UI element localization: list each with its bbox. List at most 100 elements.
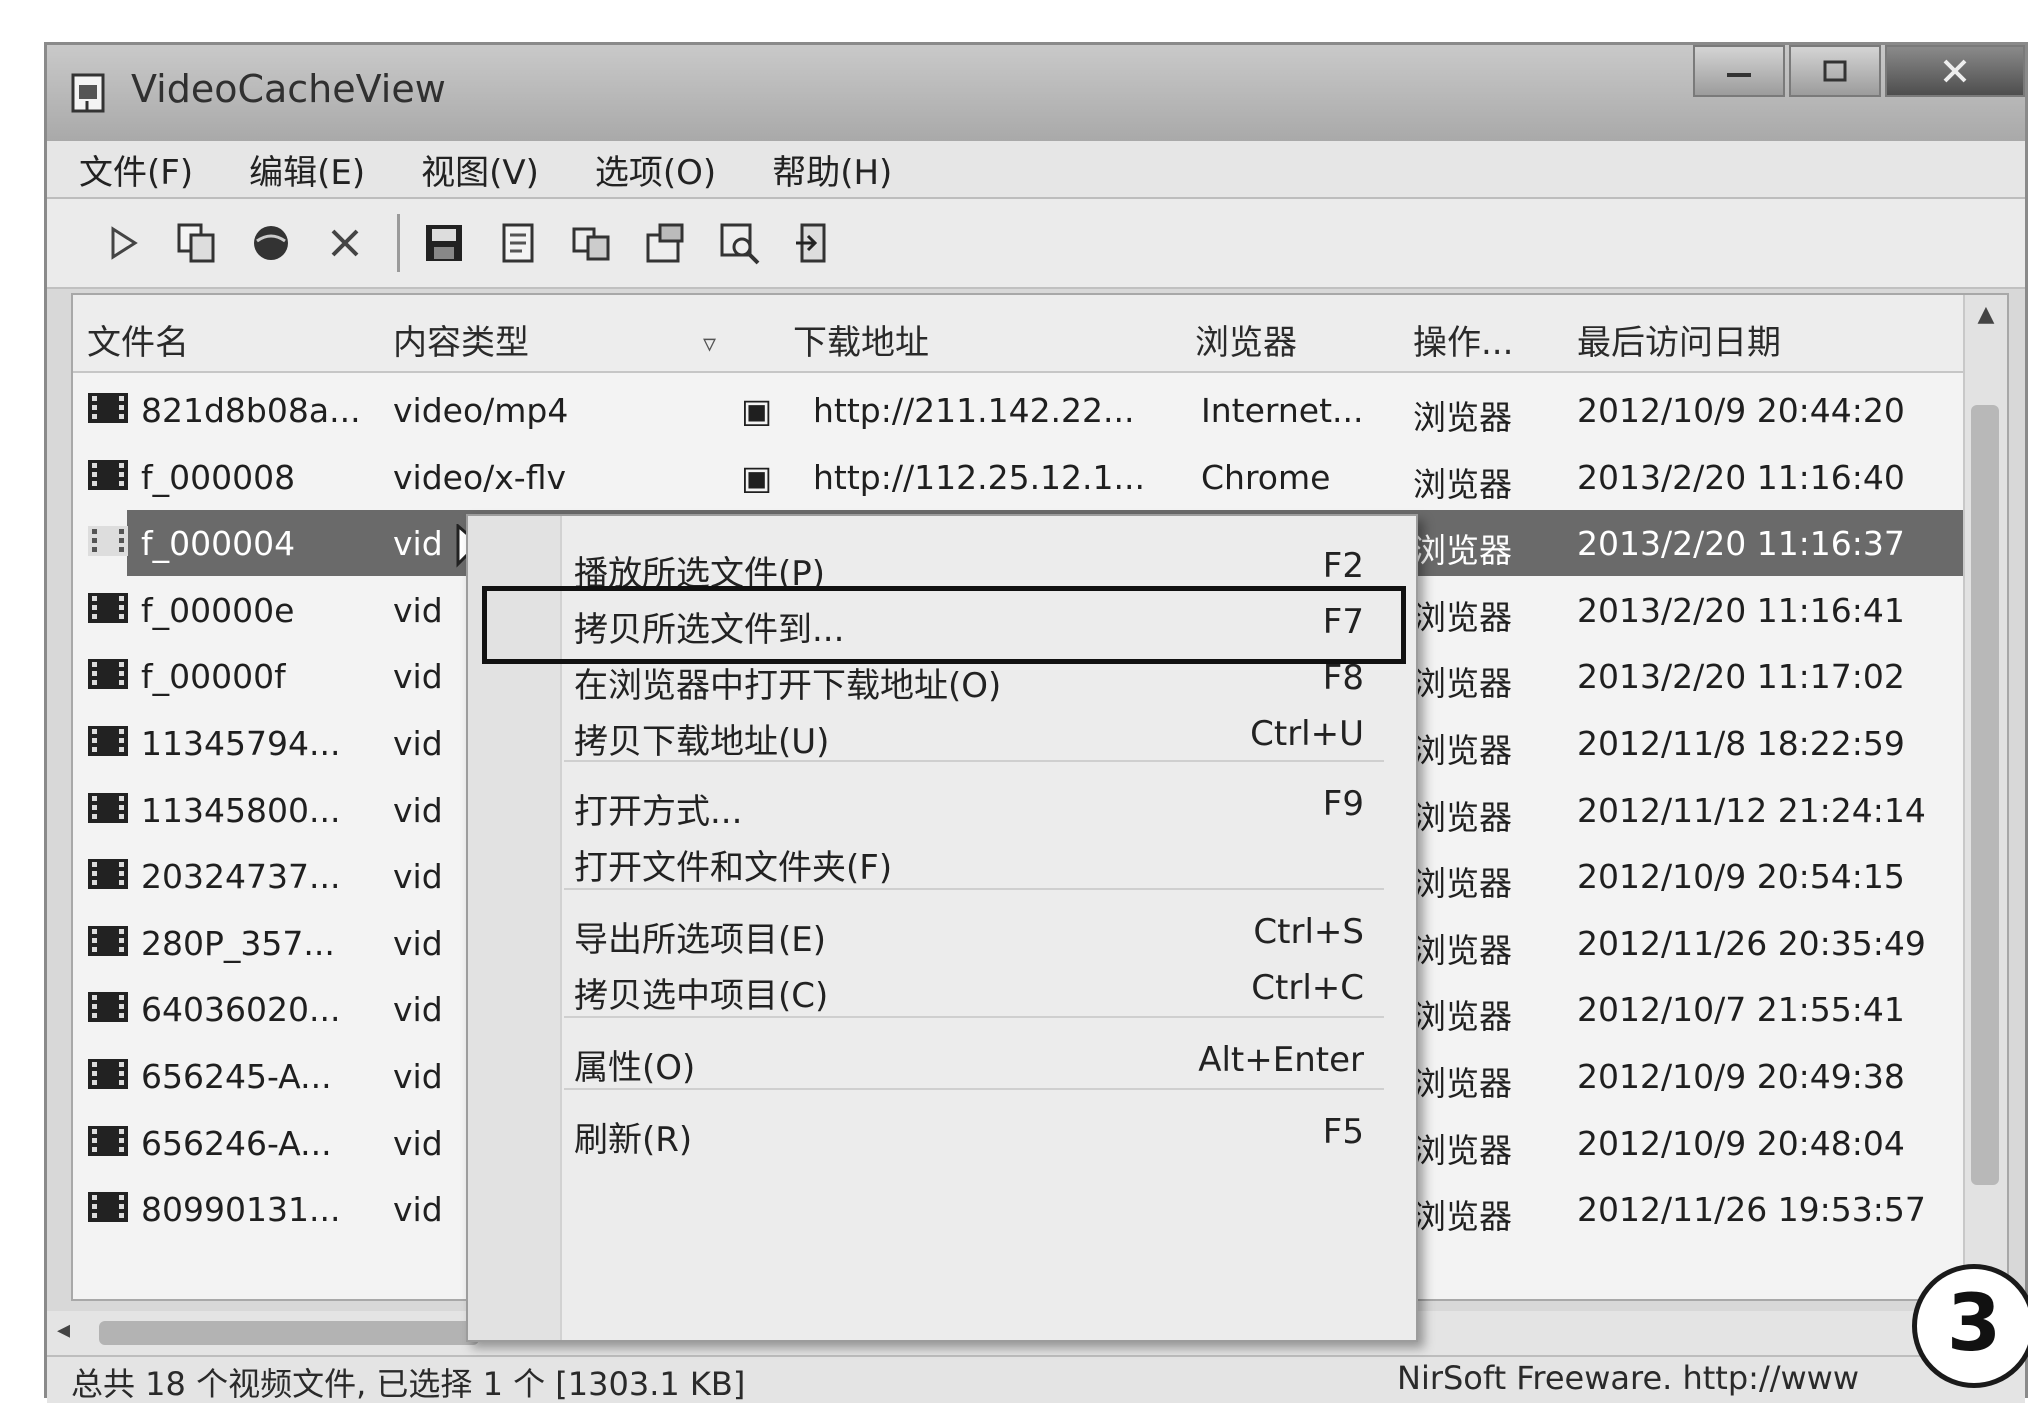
cell-name: 11345794...: [141, 724, 341, 763]
cell-name: 656246-A...: [141, 1123, 332, 1163]
cell-date: 2012/11/12 21:24:14: [1577, 790, 1926, 830]
play-button[interactable]: [97, 217, 149, 269]
context-menu-shortcut: F5: [1322, 1112, 1364, 1152]
column-header-content-type[interactable]: 内容类型: [393, 315, 529, 364]
menu-bar: 文件(F) 编辑(E) 视图(V) 选项(O) 帮助(H): [47, 141, 2025, 199]
context-menu-item[interactable]: 属性(O) Alt+Enter: [468, 1028, 1416, 1088]
copy-files-icon: [177, 223, 215, 263]
cell-date: 2012/11/26 19:53:57: [1577, 1190, 1926, 1230]
cache-status-icon: ▣: [741, 457, 773, 497]
cache-status-icon: ▣: [741, 391, 773, 430]
menu-file[interactable]: 文件(F): [79, 145, 193, 194]
table-row[interactable]: f_000008 video/x-flv http://112.25.12.1...…: [73, 444, 1963, 510]
cell-date: 2013/2/20 11:16:41: [1577, 590, 1905, 630]
window-title: VideoCacheView: [131, 67, 446, 111]
minimize-icon: [1727, 73, 1751, 77]
toolbar: [47, 199, 2025, 289]
status-bar: 总共 18 个视频文件, 已选择 1 个 [1303.1 KB] NirSoft…: [47, 1355, 2025, 1403]
delete-icon: [331, 229, 359, 257]
title-bar[interactable]: VideoCacheView: [47, 45, 2025, 141]
context-menu-item[interactable]: 拷贝选中项目(C) Ctrl+C: [468, 956, 1416, 1016]
menu-help[interactable]: 帮助(H): [772, 145, 892, 194]
maximize-button[interactable]: [1789, 45, 1881, 97]
context-menu-separator: [564, 1088, 1384, 1090]
open-url-button[interactable]: [245, 217, 297, 269]
video-file-icon: [88, 1059, 128, 1089]
context-menu-shortcut: Ctrl+C: [1251, 968, 1364, 1008]
cell-type: vid: [393, 923, 443, 963]
table-row[interactable]: 821d8b08a... video/mp4 http://211.142.22..…: [73, 377, 1963, 443]
find-icon: [720, 223, 760, 265]
cell-action: 浏览器: [1413, 1197, 1512, 1237]
cell-name: 11345800...: [141, 790, 341, 830]
cell-type: video/x-flv: [393, 457, 567, 497]
copy-button[interactable]: [566, 217, 618, 269]
scroll-up-icon[interactable]: ▲: [1965, 295, 2007, 335]
cell-name: 80990131...: [141, 1190, 341, 1230]
video-file-icon: [88, 992, 128, 1023]
context-menu-item-label: 打开文件和文件夹(F): [574, 848, 893, 888]
close-button[interactable]: [1885, 45, 2025, 97]
toolbar-separator: [397, 214, 400, 272]
cell-action: 浏览器: [1413, 398, 1512, 437]
status-summary: 总共 18 个视频文件, 已选择 1 个 [1303.1 KB]: [71, 1365, 746, 1403]
menu-options[interactable]: 选项(O): [595, 145, 716, 194]
video-file-icon: [88, 925, 128, 956]
cell-date: 2012/10/9 20:44:20: [1577, 391, 1905, 430]
vertical-scroll-thumb[interactable]: [1971, 405, 1999, 1185]
copy-files-button[interactable]: [171, 217, 223, 269]
cell-date: 2013/2/20 11:17:02: [1577, 657, 1905, 697]
globe-icon: [254, 226, 288, 260]
cell-action: 浏览器: [1413, 797, 1512, 837]
status-credit-link[interactable]: NirSoft Freeware. http://www: [1397, 1359, 1859, 1397]
context-menu-item[interactable]: 播放所选文件(P) F2: [468, 534, 1416, 594]
video-file-icon: [88, 726, 128, 756]
column-header-last-access[interactable]: 最后访问日期: [1577, 315, 1781, 364]
delete-button[interactable]: [319, 217, 371, 269]
html-report-button[interactable]: [492, 217, 544, 269]
cell-type: vid: [393, 1057, 443, 1096]
column-header-action[interactable]: 操作...: [1413, 315, 1513, 364]
cell-action: 浏览器: [1413, 531, 1512, 571]
video-file-icon: [88, 459, 128, 490]
cell-type: vid: [393, 657, 443, 697]
cell-action: 浏览器: [1413, 464, 1512, 504]
exit-button[interactable]: [788, 217, 840, 269]
menu-view[interactable]: 视图(V): [421, 145, 539, 194]
app-icon: [71, 73, 105, 113]
cell-name: f_00000e: [141, 590, 295, 630]
cell-name: 20324737...: [141, 857, 341, 897]
cell-name: 64036020...: [141, 990, 341, 1030]
save-button[interactable]: [418, 217, 470, 269]
horizontal-scroll-thumb[interactable]: [99, 1321, 479, 1345]
cell-type: vid: [393, 724, 443, 763]
find-button[interactable]: [714, 217, 766, 269]
cell-browser: Internet...: [1201, 391, 1364, 430]
cell-url: http://112.25.12.1...: [813, 457, 1145, 497]
scroll-left-icon[interactable]: ◂: [57, 1315, 70, 1345]
video-file-icon: [88, 1192, 128, 1223]
cell-name: 280P_357...: [141, 923, 335, 963]
vertical-scrollbar[interactable]: ▲ ▼: [1963, 295, 2007, 1299]
cell-type: vid: [393, 790, 443, 830]
context-menu-shortcut: Ctrl+S: [1253, 912, 1364, 952]
context-menu-item[interactable]: 导出所选项目(E) Ctrl+S: [468, 900, 1416, 960]
context-menu-item-label: 打开方式...: [574, 792, 743, 832]
properties-button[interactable]: [640, 217, 692, 269]
menu-edit[interactable]: 编辑(E): [249, 145, 365, 194]
context-menu-shortcut: Alt+Enter: [1198, 1040, 1364, 1080]
exit-icon: [796, 223, 826, 263]
context-menu-item[interactable]: 拷贝下载地址(U) Ctrl+U: [468, 702, 1416, 762]
column-header-download-url[interactable]: 下载地址: [793, 315, 929, 364]
step-number-badge: 3: [1912, 1264, 2028, 1388]
column-header-browser[interactable]: 浏览器: [1195, 315, 1297, 364]
context-menu-item[interactable]: 刷新(R) F5: [468, 1100, 1416, 1160]
context-menu-shortcut: Ctrl+U: [1250, 714, 1364, 754]
cell-browser: Chrome: [1201, 457, 1331, 497]
context-menu-item-label: 拷贝选中项目(C): [574, 976, 829, 1016]
context-menu-item[interactable]: 打开文件和文件夹(F): [468, 828, 1416, 888]
highlight-frame: [482, 586, 1406, 664]
minimize-button[interactable]: [1693, 45, 1785, 97]
context-menu-item[interactable]: 打开方式... F9: [468, 772, 1416, 832]
column-header-filename[interactable]: 文件名: [87, 315, 189, 364]
